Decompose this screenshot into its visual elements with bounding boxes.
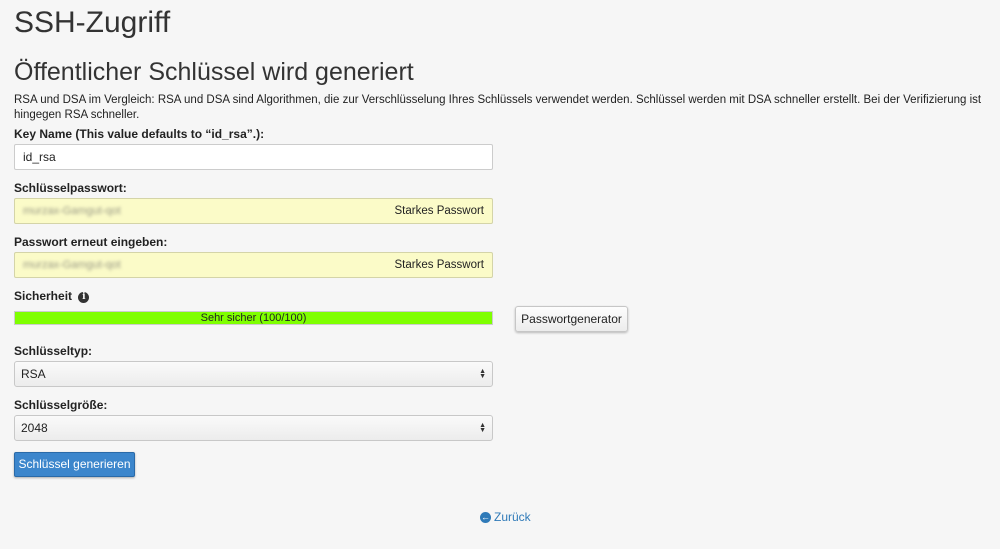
- password-input[interactable]: murzax-Gamgut-qot Starkes Passwort: [14, 198, 493, 224]
- key-type-label: Schlüsseltyp:: [14, 344, 93, 358]
- security-heading: Sicherheit i: [14, 289, 90, 303]
- key-type-select[interactable]: RSA ▲ ▼: [14, 361, 493, 387]
- back-link-label: Zurück: [494, 510, 531, 524]
- select-arrows-icon: ▲ ▼: [479, 422, 486, 434]
- password-generator-button[interactable]: Passwortgenerator: [515, 306, 628, 332]
- key-type-value: RSA: [21, 367, 46, 381]
- back-link[interactable]: ← Zurück: [480, 510, 531, 524]
- select-arrows-icon: ▲ ▼: [479, 368, 486, 380]
- key-size-select[interactable]: 2048 ▲ ▼: [14, 415, 493, 441]
- intro-text: RSA und DSA im Vergleich: RSA und DSA si…: [14, 94, 982, 121]
- password-confirm-value: murzax-Gamgut-qot: [23, 259, 121, 271]
- key-name-label: Key Name (This value defaults to “id_rsa…: [14, 127, 265, 141]
- key-size-label: Schlüsselgröße:: [14, 398, 108, 412]
- security-label: Sicherheit: [14, 289, 73, 303]
- page-title: SSH-Zugriff: [14, 6, 171, 39]
- password-value: murzax-Gamgut-qot: [23, 205, 121, 217]
- key-name-input[interactable]: id_rsa: [14, 144, 493, 170]
- password-label: Schlüsselpasswort:: [14, 181, 127, 195]
- strength-meter-text: Sehr sicher (100/100): [200, 312, 307, 324]
- info-icon[interactable]: i: [78, 292, 90, 303]
- password-confirm-strength-label: Starkes Passwort: [394, 259, 484, 271]
- arrow-left-circle-icon: ←: [480, 511, 491, 523]
- key-size-value: 2048: [21, 421, 48, 435]
- password-confirm-label: Passwort erneut eingeben:: [14, 235, 168, 249]
- password-strength-label: Starkes Passwort: [394, 205, 484, 217]
- generate-key-button[interactable]: Schlüssel generieren: [14, 452, 135, 477]
- password-confirm-input[interactable]: murzax-Gamgut-qot Starkes Passwort: [14, 252, 493, 278]
- section-title: Öffentlicher Schlüssel wird generiert: [14, 58, 414, 86]
- key-name-value: id_rsa: [23, 150, 56, 164]
- strength-meter: Sehr sicher (100/100): [14, 311, 493, 325]
